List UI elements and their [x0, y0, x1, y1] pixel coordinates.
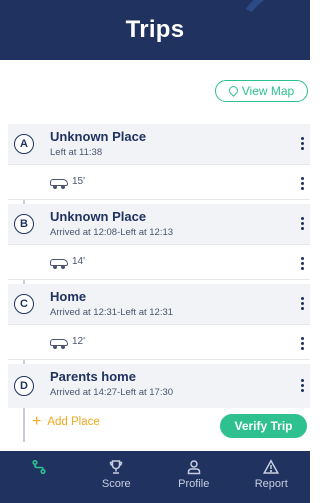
profile-icon — [187, 460, 200, 475]
place-item[interactable]: A Unknown Place Left at 11:38 — [8, 124, 310, 164]
car-icon — [50, 337, 68, 349]
place-name: Unknown Place — [50, 129, 147, 144]
add-place-button[interactable]: + Add Place — [32, 413, 100, 430]
car-icon — [50, 257, 68, 269]
place-item[interactable]: C Home Arrived at 12:31-Left at 12:31 — [8, 284, 310, 324]
more-options-icon[interactable] — [300, 297, 304, 310]
trip-content: View Map A Unknown Place Left at 11:38 1… — [8, 60, 310, 450]
place-time: Arrived at 12:08-Left at 12:13 — [50, 227, 174, 238]
travel-duration: 15' — [72, 176, 86, 187]
place-marker-a: A — [14, 134, 34, 154]
trophy-icon — [109, 460, 123, 474]
plus-icon: + — [32, 413, 42, 430]
more-options-icon[interactable] — [300, 177, 304, 190]
travel-item[interactable]: 12' — [8, 324, 310, 360]
more-options-icon[interactable] — [300, 379, 304, 392]
nav-item-report[interactable]: Report — [233, 451, 311, 503]
bottom-nav: Score Profile Report — [0, 451, 310, 503]
place-time: Left at 11:38 — [50, 147, 103, 158]
more-options-icon[interactable] — [300, 217, 304, 230]
page-title: Trips — [125, 16, 185, 43]
app-header: Trips — [0, 0, 310, 60]
travel-item[interactable]: 15' — [8, 164, 310, 200]
nav-item-score[interactable]: Score — [78, 451, 156, 503]
place-time: Arrived at 14:27-Left at 17:30 — [50, 387, 174, 398]
nav-label: Profile — [178, 478, 210, 490]
place-name: Home — [50, 289, 87, 304]
nav-label: Report — [254, 478, 288, 490]
more-options-icon[interactable] — [300, 337, 304, 350]
route-icon — [32, 459, 46, 475]
view-map-button[interactable]: View Map — [215, 80, 308, 102]
verify-trip-button[interactable]: Verify Trip — [220, 414, 307, 438]
view-map-label: View Map — [241, 84, 295, 98]
car-icon — [50, 177, 68, 189]
more-options-icon[interactable] — [300, 257, 304, 270]
nav-item-profile[interactable]: Profile — [155, 451, 233, 503]
place-time: Arrived at 12:31-Left at 12:31 — [50, 307, 174, 318]
travel-duration: 14' — [72, 256, 86, 267]
add-place-label: Add Place — [47, 416, 100, 428]
place-marker-d: D — [14, 376, 34, 396]
place-marker-b: B — [14, 214, 34, 234]
nav-item-trips[interactable] — [0, 451, 78, 503]
place-marker-c: C — [14, 294, 34, 314]
more-options-icon[interactable] — [300, 137, 304, 150]
map-pin-icon — [226, 84, 240, 97]
place-name: Unknown Place — [50, 209, 147, 224]
place-item[interactable]: B Unknown Place Arrived at 12:08-Left at… — [8, 204, 310, 244]
place-name: Parents home — [50, 369, 136, 384]
warning-icon — [263, 459, 280, 474]
place-item[interactable]: D Parents home Arrived at 14:27-Left at … — [8, 364, 310, 408]
travel-item[interactable]: 14' — [8, 244, 310, 280]
nav-label: Score — [101, 478, 131, 490]
travel-duration: 12' — [72, 336, 86, 347]
